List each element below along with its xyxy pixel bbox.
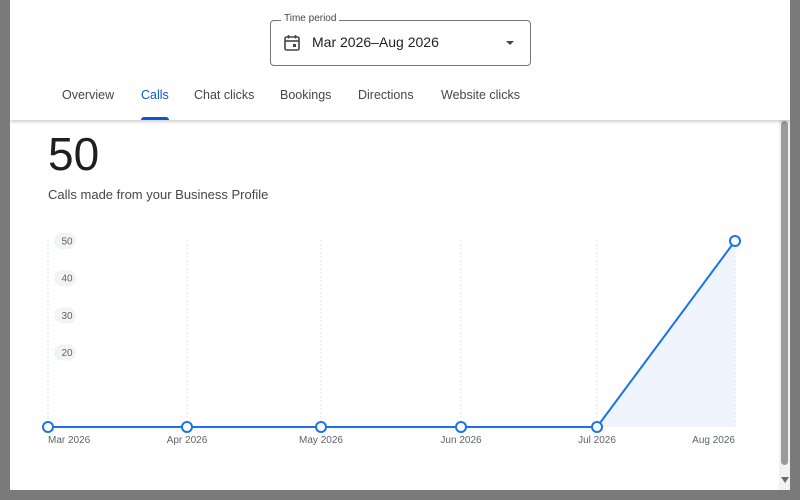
tab-overview[interactable]: Overview (62, 88, 114, 120)
tab-directions[interactable]: Directions (358, 88, 414, 120)
time-period-value: Mar 2026–Aug 2026 (312, 34, 439, 50)
y-tick-label: 30 (61, 311, 73, 322)
y-tick-label: 20 (61, 348, 73, 359)
calendar-icon (284, 35, 300, 51)
x-tick-label: May 2026 (299, 435, 343, 446)
data-point (729, 235, 741, 247)
tab-bookings[interactable]: Bookings (280, 88, 331, 120)
x-tick-label: Mar 2026 (48, 435, 91, 446)
tab-calls[interactable]: Calls (141, 88, 169, 120)
scroll-down-arrow-icon[interactable] (781, 477, 789, 483)
data-point (591, 421, 603, 433)
tab-chat-clicks[interactable]: Chat clicks (194, 88, 254, 120)
dialog-header: Time period Mar 2026–Aug 2026 Overview C… (10, 0, 790, 120)
x-tick-label: Jun 2026 (440, 435, 482, 446)
tab-website-clicks[interactable]: Website clicks (441, 88, 520, 120)
performance-dialog: Time period Mar 2026–Aug 2026 Overview C… (10, 0, 790, 490)
y-tick-label: 40 (61, 274, 73, 285)
x-tick-label: Jul 2026 (578, 435, 616, 446)
data-point (315, 421, 327, 433)
dropdown-arrow-icon (506, 41, 514, 45)
data-point (181, 421, 193, 433)
time-period-select[interactable]: Time period Mar 2026–Aug 2026 (270, 13, 531, 66)
data-point (455, 421, 467, 433)
time-period-label: Time period (281, 13, 340, 24)
x-tick-label: Aug 2026 (692, 435, 735, 446)
x-tick-label: Apr 2026 (167, 435, 208, 446)
scrollbar-thumb[interactable] (781, 121, 788, 465)
data-point (42, 421, 54, 433)
y-tick-label: 50 (61, 237, 73, 248)
